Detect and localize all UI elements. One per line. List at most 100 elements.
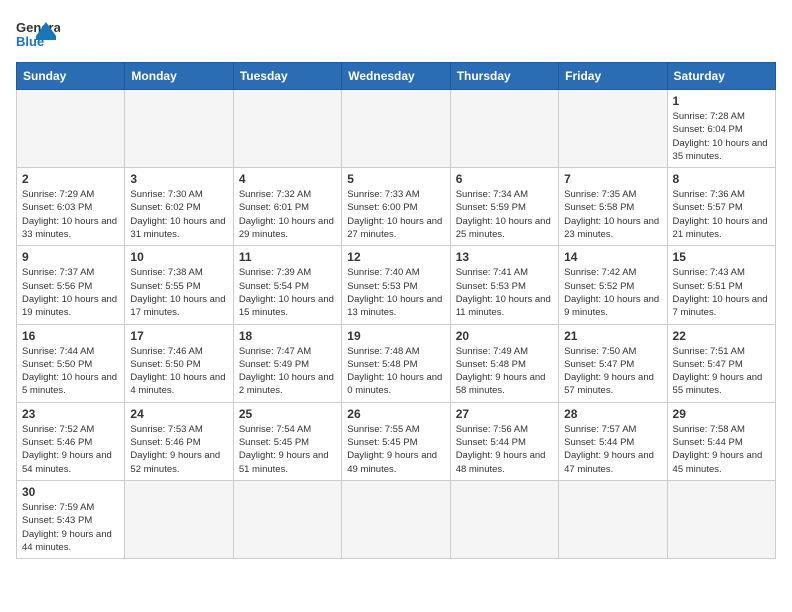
calendar-cell: 15 Sunrise: 7:43 AM Sunset: 5:51 PM Dayli… [667,246,775,324]
day-number: 6 [456,172,553,186]
day-number: 18 [239,329,336,343]
day-number: 28 [564,407,661,421]
day-info: Sunrise: 7:53 AM Sunset: 5:46 PM Dayligh… [130,423,227,476]
calendar-cell: 1 Sunrise: 7:28 AM Sunset: 6:04 PM Daylig… [667,90,775,168]
week-row-1: 1 Sunrise: 7:28 AM Sunset: 6:04 PM Daylig… [17,90,776,168]
calendar-cell: 21 Sunrise: 7:50 AM Sunset: 5:47 PM Dayli… [559,324,667,402]
calendar-cell: 11 Sunrise: 7:39 AM Sunset: 5:54 PM Dayli… [233,246,341,324]
day-info: Sunrise: 7:59 AM Sunset: 5:43 PM Dayligh… [22,501,119,554]
day-header-saturday: Saturday [667,63,775,90]
day-info: Sunrise: 7:47 AM Sunset: 5:49 PM Dayligh… [239,345,336,398]
day-info: Sunrise: 7:57 AM Sunset: 5:44 PM Dayligh… [564,423,661,476]
calendar-cell: 10 Sunrise: 7:38 AM Sunset: 5:55 PM Dayli… [125,246,233,324]
day-number: 13 [456,250,553,264]
calendar-cell: 30 Sunrise: 7:59 AM Sunset: 5:43 PM Dayli… [17,480,125,558]
day-info: Sunrise: 7:34 AM Sunset: 5:59 PM Dayligh… [456,188,553,241]
calendar-cell: 16 Sunrise: 7:44 AM Sunset: 5:50 PM Dayli… [17,324,125,402]
day-info: Sunrise: 7:44 AM Sunset: 5:50 PM Dayligh… [22,345,119,398]
calendar-cell: 5 Sunrise: 7:33 AM Sunset: 6:00 PM Daylig… [342,168,450,246]
day-header-tuesday: Tuesday [233,63,341,90]
calendar-cell: 3Sunrise: 7:30 AM Sunset: 6:02 PM Daylig… [125,168,233,246]
calendar-cell: 13 Sunrise: 7:41 AM Sunset: 5:53 PM Dayli… [450,246,558,324]
day-header-monday: Monday [125,63,233,90]
day-info: Sunrise: 7:36 AM Sunset: 5:57 PM Dayligh… [673,188,770,241]
calendar-cell: 22Sunrise: 7:51 AM Sunset: 5:47 PM Dayli… [667,324,775,402]
calendar-cell: 24 Sunrise: 7:53 AM Sunset: 5:46 PM Dayli… [125,402,233,480]
day-number: 12 [347,250,444,264]
logo: General Blue [16,16,60,54]
day-info: Sunrise: 7:39 AM Sunset: 5:54 PM Dayligh… [239,266,336,319]
day-info: Sunrise: 7:55 AM Sunset: 5:45 PM Dayligh… [347,423,444,476]
day-number: 5 [347,172,444,186]
day-number: 16 [22,329,119,343]
calendar-cell [17,90,125,168]
day-number: 10 [130,250,227,264]
day-info: Sunrise: 7:41 AM Sunset: 5:53 PM Dayligh… [456,266,553,319]
day-info: Sunrise: 7:43 AM Sunset: 5:51 PM Dayligh… [673,266,770,319]
calendar-cell [342,480,450,558]
day-number: 2 [22,172,119,186]
day-number: 24 [130,407,227,421]
day-info: Sunrise: 7:49 AM Sunset: 5:48 PM Dayligh… [456,345,553,398]
logo-svg: General Blue [16,16,60,54]
day-info: Sunrise: 7:33 AM Sunset: 6:00 PM Dayligh… [347,188,444,241]
day-info: Sunrise: 7:30 AM Sunset: 6:02 PM Dayligh… [130,188,227,241]
calendar-cell [450,480,558,558]
day-info: Sunrise: 7:48 AM Sunset: 5:48 PM Dayligh… [347,345,444,398]
day-header-sunday: Sunday [17,63,125,90]
day-number: 27 [456,407,553,421]
calendar-cell: 2 Sunrise: 7:29 AM Sunset: 6:03 PM Daylig… [17,168,125,246]
calendar-cell [667,480,775,558]
day-info: Sunrise: 7:46 AM Sunset: 5:50 PM Dayligh… [130,345,227,398]
calendar-cell: 14 Sunrise: 7:42 AM Sunset: 5:52 PM Dayli… [559,246,667,324]
day-number: 11 [239,250,336,264]
day-number: 7 [564,172,661,186]
day-number: 25 [239,407,336,421]
calendar-cell: 9 Sunrise: 7:37 AM Sunset: 5:56 PM Daylig… [17,246,125,324]
day-info: Sunrise: 7:29 AM Sunset: 6:03 PM Dayligh… [22,188,119,241]
day-number: 22 [673,329,770,343]
calendar-cell [450,90,558,168]
calendar-cell: 29 Sunrise: 7:58 AM Sunset: 5:44 PM Dayli… [667,402,775,480]
calendar-cell [559,480,667,558]
day-number: 29 [673,407,770,421]
day-number: 17 [130,329,227,343]
day-number: 30 [22,485,119,499]
calendar-cell [233,90,341,168]
day-info: Sunrise: 7:58 AM Sunset: 5:44 PM Dayligh… [673,423,770,476]
day-number: 20 [456,329,553,343]
calendar-cell: 28 Sunrise: 7:57 AM Sunset: 5:44 PM Dayli… [559,402,667,480]
page-header: General Blue [16,16,776,54]
day-number: 15 [673,250,770,264]
day-header-wednesday: Wednesday [342,63,450,90]
calendar-cell: 12 Sunrise: 7:40 AM Sunset: 5:53 PM Dayli… [342,246,450,324]
calendar-cell [342,90,450,168]
calendar-cell: 8Sunrise: 7:36 AM Sunset: 5:57 PM Daylig… [667,168,775,246]
calendar-cell [233,480,341,558]
day-info: Sunrise: 7:32 AM Sunset: 6:01 PM Dayligh… [239,188,336,241]
week-row-3: 9 Sunrise: 7:37 AM Sunset: 5:56 PM Daylig… [17,246,776,324]
calendar-cell: 25Sunrise: 7:54 AM Sunset: 5:45 PM Dayli… [233,402,341,480]
week-row-4: 16 Sunrise: 7:44 AM Sunset: 5:50 PM Dayli… [17,324,776,402]
day-number: 14 [564,250,661,264]
day-info: Sunrise: 7:42 AM Sunset: 5:52 PM Dayligh… [564,266,661,319]
day-info: Sunrise: 7:40 AM Sunset: 5:53 PM Dayligh… [347,266,444,319]
day-info: Sunrise: 7:37 AM Sunset: 5:56 PM Dayligh… [22,266,119,319]
calendar-cell [125,90,233,168]
day-info: Sunrise: 7:50 AM Sunset: 5:47 PM Dayligh… [564,345,661,398]
day-number: 1 [673,94,770,108]
day-header-thursday: Thursday [450,63,558,90]
week-row-6: 30 Sunrise: 7:59 AM Sunset: 5:43 PM Dayli… [17,480,776,558]
day-info: Sunrise: 7:38 AM Sunset: 5:55 PM Dayligh… [130,266,227,319]
calendar-cell: 17 Sunrise: 7:46 AM Sunset: 5:50 PM Dayli… [125,324,233,402]
calendar-cell: 26Sunrise: 7:55 AM Sunset: 5:45 PM Dayli… [342,402,450,480]
day-number: 9 [22,250,119,264]
calendar-cell: 6 Sunrise: 7:34 AM Sunset: 5:59 PM Daylig… [450,168,558,246]
day-number: 21 [564,329,661,343]
calendar-cell [125,480,233,558]
calendar-cell: 23Sunrise: 7:52 AM Sunset: 5:46 PM Dayli… [17,402,125,480]
day-number: 23 [22,407,119,421]
day-info: Sunrise: 7:28 AM Sunset: 6:04 PM Dayligh… [673,110,770,163]
week-row-5: 23Sunrise: 7:52 AM Sunset: 5:46 PM Dayli… [17,402,776,480]
week-row-2: 2 Sunrise: 7:29 AM Sunset: 6:03 PM Daylig… [17,168,776,246]
